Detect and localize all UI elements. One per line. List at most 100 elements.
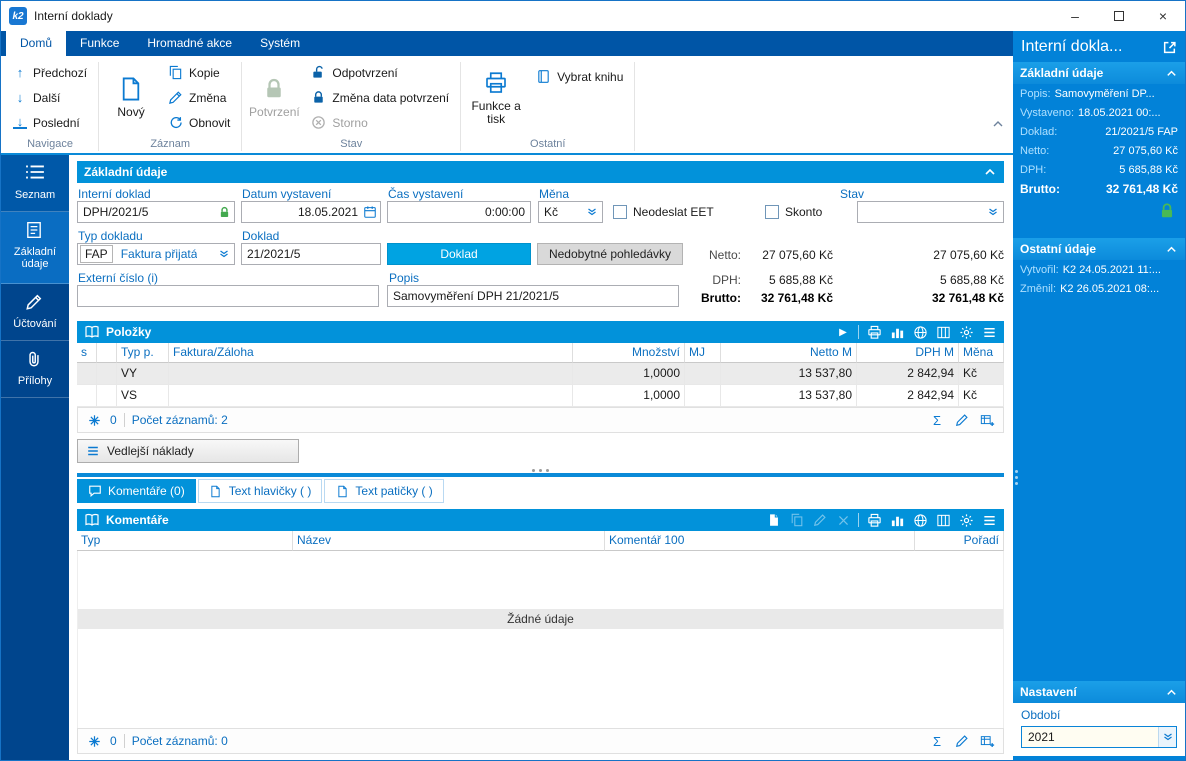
table-row[interactable]: VS 1,0000 13 537,80 2 842,94 Kč xyxy=(77,385,1004,407)
datum-vystaveni-input[interactable] xyxy=(241,201,381,223)
field-value: Samovyměření DP... xyxy=(1055,88,1155,100)
column-header-komentar[interactable]: Komentář 100 xyxy=(605,531,915,551)
column-header-faktura[interactable]: Faktura/Záloha xyxy=(169,343,573,363)
potvrzeni-button[interactable]: Potvrzení xyxy=(245,58,303,137)
skonto-checkbox-row: Skonto xyxy=(765,201,822,223)
delete-icon[interactable] xyxy=(835,512,851,528)
interni-doklad-input[interactable] xyxy=(77,201,235,223)
column-header-typ[interactable]: Typ xyxy=(77,531,293,551)
open-detail-icon[interactable]: ▶ xyxy=(835,324,851,340)
chart-icon[interactable] xyxy=(889,512,905,528)
columns-icon[interactable] xyxy=(935,324,951,340)
chevron-down-icon[interactable] xyxy=(1158,727,1176,747)
panel-resize-grip[interactable] xyxy=(1015,470,1018,485)
maximize-button[interactable] xyxy=(1097,1,1141,31)
record-count: Počet záznamů: 2 xyxy=(132,413,228,427)
neodeslat-eet-checkbox[interactable] xyxy=(613,205,627,219)
vybrat-knihu-button[interactable]: Vybrat knihu xyxy=(528,64,631,89)
tab-funkce[interactable]: Funkce xyxy=(66,31,133,56)
document-icon xyxy=(335,484,349,498)
zmena-button[interactable]: Změna xyxy=(160,85,238,110)
doklad-button[interactable]: Doklad xyxy=(387,243,531,265)
obdobi-combobox[interactable]: 2021 xyxy=(1021,726,1177,748)
cas-vystaveni-input[interactable] xyxy=(387,201,531,223)
column-header-poradi[interactable]: Pořadí xyxy=(915,531,1004,551)
brutto-value-2: 32 761,48 Kč xyxy=(833,290,1004,306)
tab-text-paticky[interactable]: Text patičky ( ) xyxy=(324,479,443,503)
column-header-typ[interactable]: Typ p. xyxy=(117,343,169,363)
tab-hromadne-akce[interactable]: Hromadné akce xyxy=(133,31,246,56)
columns-icon[interactable] xyxy=(935,512,951,528)
sum-icon[interactable]: Σ xyxy=(928,732,946,750)
tab-system[interactable]: Systém xyxy=(246,31,314,56)
novy-button[interactable]: Nový xyxy=(102,58,160,137)
tab-domu[interactable]: Domů xyxy=(6,31,66,56)
funkce-a-tisk-button[interactable]: Funkce a tisk xyxy=(464,58,528,137)
popis-input[interactable] xyxy=(387,285,679,307)
posledni-button[interactable]: ↓ Poslední xyxy=(5,110,95,135)
printer-icon xyxy=(483,70,509,96)
minimize-button[interactable]: – xyxy=(1053,1,1097,31)
collapse-icon[interactable] xyxy=(983,165,997,179)
table-edit-icon[interactable] xyxy=(978,411,996,429)
obnovit-button[interactable]: Obnovit xyxy=(160,110,238,135)
typ-dokladu-label: Typ dokladu xyxy=(78,229,143,243)
calendar-icon[interactable] xyxy=(363,205,377,219)
vedlejsi-naklady-button[interactable]: Vedlejší náklady xyxy=(77,439,299,463)
column-header-select[interactable] xyxy=(97,343,117,363)
externi-cislo-input[interactable] xyxy=(77,285,379,307)
dalsi-button[interactable]: ↓ Další xyxy=(5,85,95,110)
print-icon[interactable] xyxy=(866,512,882,528)
tab-komentare[interactable]: Komentáře (0) xyxy=(77,479,196,503)
typ-dokladu-combobox[interactable]: FAP Faktura přijatá xyxy=(77,243,235,265)
globe-icon[interactable] xyxy=(912,512,928,528)
table-edit-icon[interactable] xyxy=(978,732,996,750)
settings-gear-icon[interactable] xyxy=(958,324,974,340)
column-header-nazev[interactable]: Název xyxy=(293,531,605,551)
sum-icon[interactable]: Σ xyxy=(928,411,946,429)
ribbon-collapse-icon[interactable] xyxy=(991,117,1005,131)
kopie-button[interactable]: Kopie xyxy=(160,60,238,85)
new-document-icon[interactable] xyxy=(766,512,782,528)
close-button[interactable]: × xyxy=(1141,1,1185,31)
column-header-mena[interactable]: Měna xyxy=(959,343,1004,363)
column-header-mnozstvi[interactable]: Množství xyxy=(573,343,685,363)
doklad-input[interactable] xyxy=(241,243,381,265)
sidebar-item-zakladni-udaje[interactable]: Základní údaje xyxy=(1,212,69,284)
menu-icon[interactable] xyxy=(981,324,997,340)
mena-combobox[interactable]: Kč xyxy=(538,201,603,223)
sid3ebar-item-seznam[interactable]: Seznam xyxy=(1,155,69,212)
odpotvrzeni-button[interactable]: Odpotvrzení xyxy=(303,60,457,85)
zmena-data-potvrzeni-button[interactable]: Změna data potvrzení xyxy=(303,85,457,110)
storno-button[interactable]: Storno xyxy=(303,110,457,135)
column-header-s[interactable]: s xyxy=(77,343,97,363)
settings-gear-icon[interactable] xyxy=(958,512,974,528)
menu-icon[interactable] xyxy=(981,512,997,528)
sidebar-item-uctovani[interactable]: Účtování xyxy=(1,284,69,341)
print-icon[interactable] xyxy=(866,324,882,340)
filter-star-icon[interactable] xyxy=(85,732,103,750)
edit-icon[interactable] xyxy=(953,411,971,429)
predchozi-button[interactable]: ↑ Předchozí xyxy=(5,60,95,85)
column-header-mj[interactable]: MJ xyxy=(685,343,721,363)
open-in-window-icon[interactable] xyxy=(1162,40,1177,55)
panel-section-zakladni-udaje[interactable]: Základní údaje xyxy=(1013,62,1185,84)
copy-icon[interactable] xyxy=(789,512,805,528)
column-header-dph[interactable]: DPH M xyxy=(857,343,959,363)
table-row[interactable]: VY 1,0000 13 537,80 2 842,94 Kč xyxy=(77,363,1004,385)
skonto-checkbox[interactable] xyxy=(765,205,779,219)
column-header-netto[interactable]: Netto M xyxy=(721,343,857,363)
panel-section-ostatni-udaje[interactable]: Ostatní údaje xyxy=(1013,238,1185,260)
edit-icon[interactable] xyxy=(812,512,828,528)
globe-icon[interactable] xyxy=(912,324,928,340)
edit-icon[interactable] xyxy=(953,732,971,750)
filter-star-icon[interactable] xyxy=(85,411,103,429)
sidebar-item-prilohy[interactable]: Přílohy xyxy=(1,341,69,398)
stav-combobox[interactable] xyxy=(857,201,1004,223)
panel-section-nastaveni[interactable]: Nastavení xyxy=(1013,681,1185,703)
horizontal-splitter[interactable] xyxy=(77,473,1004,477)
tab-text-hlavicky[interactable]: Text hlavičky ( ) xyxy=(198,479,323,503)
posledni-label: Poslední xyxy=(33,116,80,130)
nedobytne-pohledavky-button[interactable]: Nedobytné pohledávky xyxy=(537,243,683,265)
chart-icon[interactable] xyxy=(889,324,905,340)
